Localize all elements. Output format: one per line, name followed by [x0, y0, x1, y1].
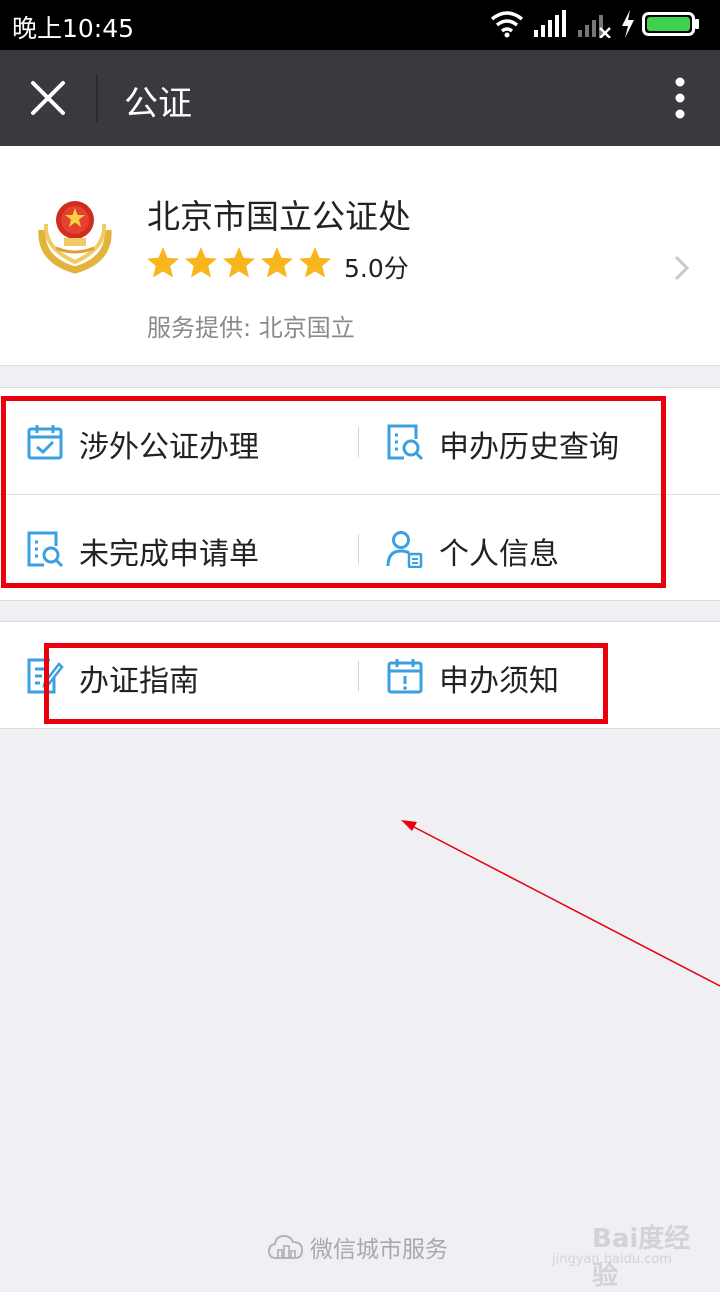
- watermark: Bai度经验 jingyan.baidu.com: [552, 1218, 712, 1291]
- footer-text: 微信城市服务: [310, 1237, 448, 1263]
- cloud-city-icon: [268, 1234, 304, 1259]
- annotation-arrow: [401, 820, 720, 987]
- watermark-sub: jingyan.baidu.com: [552, 1252, 672, 1267]
